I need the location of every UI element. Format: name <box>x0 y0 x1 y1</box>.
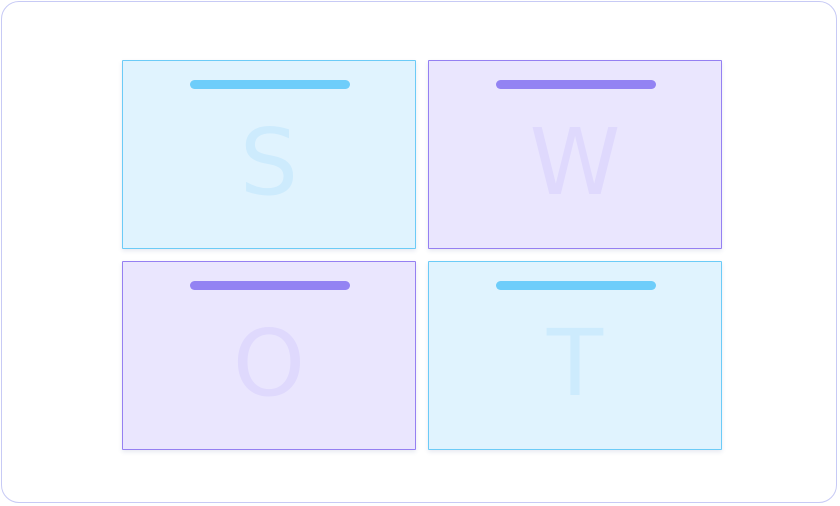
quadrant-letter: T <box>546 310 604 417</box>
quadrant-title-bar <box>496 281 656 290</box>
quadrant-letter: S <box>239 109 299 216</box>
quadrant-title-bar <box>190 281 350 290</box>
quadrant-letter: W <box>529 109 621 216</box>
swot-quadrant-threats: T <box>428 261 722 450</box>
quadrant-letter: O <box>232 310 306 417</box>
quadrant-title-bar <box>496 80 656 89</box>
swot-quadrant-opportunities: O <box>122 261 416 450</box>
quadrant-title-bar <box>190 80 350 89</box>
swot-quadrant-strengths: S <box>122 60 416 249</box>
swot-quadrant-weaknesses: W <box>428 60 722 249</box>
swot-grid: S W O T <box>122 60 722 450</box>
swot-card-frame: S W O T <box>1 1 837 503</box>
